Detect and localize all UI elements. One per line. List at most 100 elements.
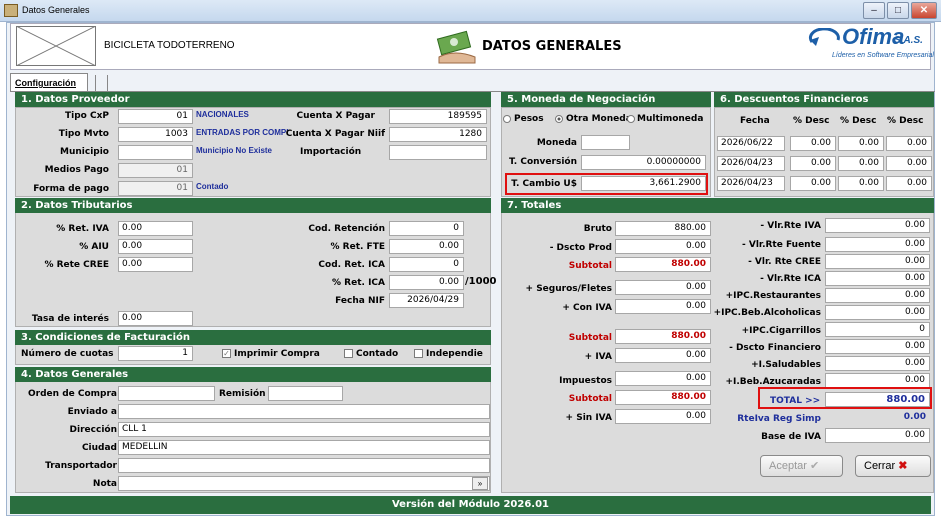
bruto-input[interactable]: 880.00 [615,221,711,236]
cerrar-button[interactable]: Cerrar ✖ [855,455,931,477]
cod-retencion-label: Cod. Retención [308,224,385,234]
forma-pago-label: Forma de pago [33,184,109,194]
azucaradas-input[interactable]: 0.00 [825,373,930,388]
desc-pct-input[interactable]: 0.00 [790,156,836,171]
aiu-input[interactable]: 0.00 [118,239,193,254]
desc-pct-input[interactable]: 0.00 [838,136,884,151]
desc-fecha-input[interactable]: 2026/04/23 [717,176,785,191]
tab-configuracion[interactable]: Configuración [10,73,88,92]
cod-ica-input[interactable]: 0 [389,257,464,272]
ipc-restaurantes-input[interactable]: 0.00 [825,288,930,303]
ret-iva-input[interactable]: 0.00 [118,221,193,236]
rte-ica-label: - Vlr.Rte ICA [760,274,821,284]
expand-icon[interactable]: » [472,477,488,490]
sin-iva-input[interactable]: 0.00 [615,409,711,424]
cuotas-label: Número de cuotas [21,349,114,359]
independie-checkbox[interactable] [414,349,423,358]
direccion-input[interactable]: CLL 1 [118,422,490,437]
subtotal-input[interactable]: 880.00 [615,329,711,344]
moneda-input[interactable] [581,135,630,150]
tipo-mvto-input[interactable]: 1003 [118,127,193,142]
remision-input[interactable] [268,386,343,401]
contado-checkbox[interactable] [344,349,353,358]
nota-input[interactable] [118,476,490,491]
desc-pct-input[interactable]: 0.00 [838,156,884,171]
rte-iva-input[interactable]: 0.00 [825,218,930,233]
desc-pct-input[interactable]: 0.00 [886,156,932,171]
desc-pct-input[interactable]: 0.00 [790,176,836,191]
ciudad-label: Ciudad [81,443,117,453]
municipio-label: Municipio [60,147,109,157]
section-header-facturacion: 3. Condiciones de Facturación [15,330,491,345]
transportador-input[interactable] [118,458,490,473]
base-iva-label: Base de IVA [761,432,821,442]
imprimir-label: Imprimir Compra [234,349,320,359]
otra-moneda-radio[interactable] [555,115,563,123]
forma-pago-input[interactable]: 01 [118,181,193,196]
dscto-prod-input[interactable]: 0.00 [615,239,711,254]
col-desc-1: % Desc [793,116,830,126]
desc-pct-input[interactable]: 0.00 [886,176,932,191]
ciudad-input[interactable]: MEDELLIN [118,440,490,455]
multimoneda-radio[interactable] [627,115,635,123]
conversion-input[interactable]: 0.00000000 [581,155,706,170]
con-iva-input[interactable]: 0.00 [615,299,711,314]
cuotas-input[interactable]: 1 [118,346,193,361]
rte-ica-input[interactable]: 0.00 [825,271,930,286]
ipc-restaurantes-label: +IPC.Restaurantes [725,291,821,301]
iva-label: + IVA [584,352,612,362]
saludables-label: +I.Saludables [751,360,821,370]
rte-cree-input[interactable]: 0.00 [825,254,930,269]
close-window-button[interactable]: ✕ [911,2,937,19]
ret-ica-label: % Ret. ICA [332,278,385,288]
saludables-input[interactable]: 0.00 [825,356,930,371]
rete-cree-input[interactable]: 0.00 [118,257,193,272]
ipc-cigarrillos-input[interactable]: 0 [825,322,930,337]
brand-suffix: S.A.S. [894,35,923,46]
rte-fuente-input[interactable]: 0.00 [825,237,930,252]
section-header-totales: 7. Totales [501,198,934,213]
pesos-radio[interactable] [503,115,511,123]
dscto-financiero-input[interactable]: 0.00 [825,339,930,354]
cxp-input[interactable]: 189595 [389,109,487,124]
municipio-input[interactable] [118,145,193,160]
desc-fecha-input[interactable]: 2026/04/23 [717,156,785,171]
section-header-moneda: 5. Moneda de Negociación [501,92,711,107]
desc-pct-input[interactable]: 0.00 [790,136,836,151]
ipc-alcoholicas-input[interactable]: 0.00 [825,305,930,320]
base-iva-input[interactable]: 0.00 [825,428,930,443]
sin-iva-label: + Sin IVA [565,413,612,423]
imprimir-checkbox[interactable]: ✓ [222,349,231,358]
enviado-input[interactable] [118,404,490,419]
medios-pago-input[interactable]: 01 [118,163,193,178]
rteiva-label: RteIva Reg Simp [737,414,821,424]
subtotal-input[interactable]: 880.00 [615,257,711,272]
subtotal-input[interactable]: 880.00 [615,390,711,405]
tasa-input[interactable]: 0.00 [118,311,193,326]
aceptar-button[interactable]: Aceptar ✔ [760,455,843,477]
desc-fecha-input[interactable]: 2026/06/22 [717,136,785,151]
fecha-niif-input[interactable]: 2026/04/29 [389,293,464,308]
section-header-generales: 4. Datos Generales [15,367,491,382]
impuestos-input[interactable]: 0.00 [615,371,711,386]
iva-input[interactable]: 0.00 [615,348,711,363]
fecha-niif-label: Fecha NIF [335,296,385,306]
minimize-button[interactable]: – [863,2,885,19]
importacion-input[interactable] [389,145,487,160]
maximize-button[interactable]: □ [887,2,909,19]
tipo-mvto-label: Tipo Mvto [58,129,109,139]
ret-fte-input[interactable]: 0.00 [389,239,464,254]
cod-retencion-input[interactable]: 0 [389,221,464,236]
desc-pct-input[interactable]: 0.00 [838,176,884,191]
tab-separator [107,75,108,91]
cxp-niif-input[interactable]: 1280 [389,127,487,142]
orden-input[interactable] [118,386,215,401]
medios-pago-label: Medios Pago [44,165,109,175]
tipo-cxp-input[interactable]: 01 [118,109,193,124]
rteiva-value: 0.00 [903,412,926,422]
desc-pct-input[interactable]: 0.00 [886,136,932,151]
municipio-desc: Municipio No Existe [196,146,273,155]
ret-ica-suffix: /1000 [465,276,497,287]
seguros-input[interactable]: 0.00 [615,280,711,295]
ret-ica-input[interactable]: 0.00 [389,275,464,290]
